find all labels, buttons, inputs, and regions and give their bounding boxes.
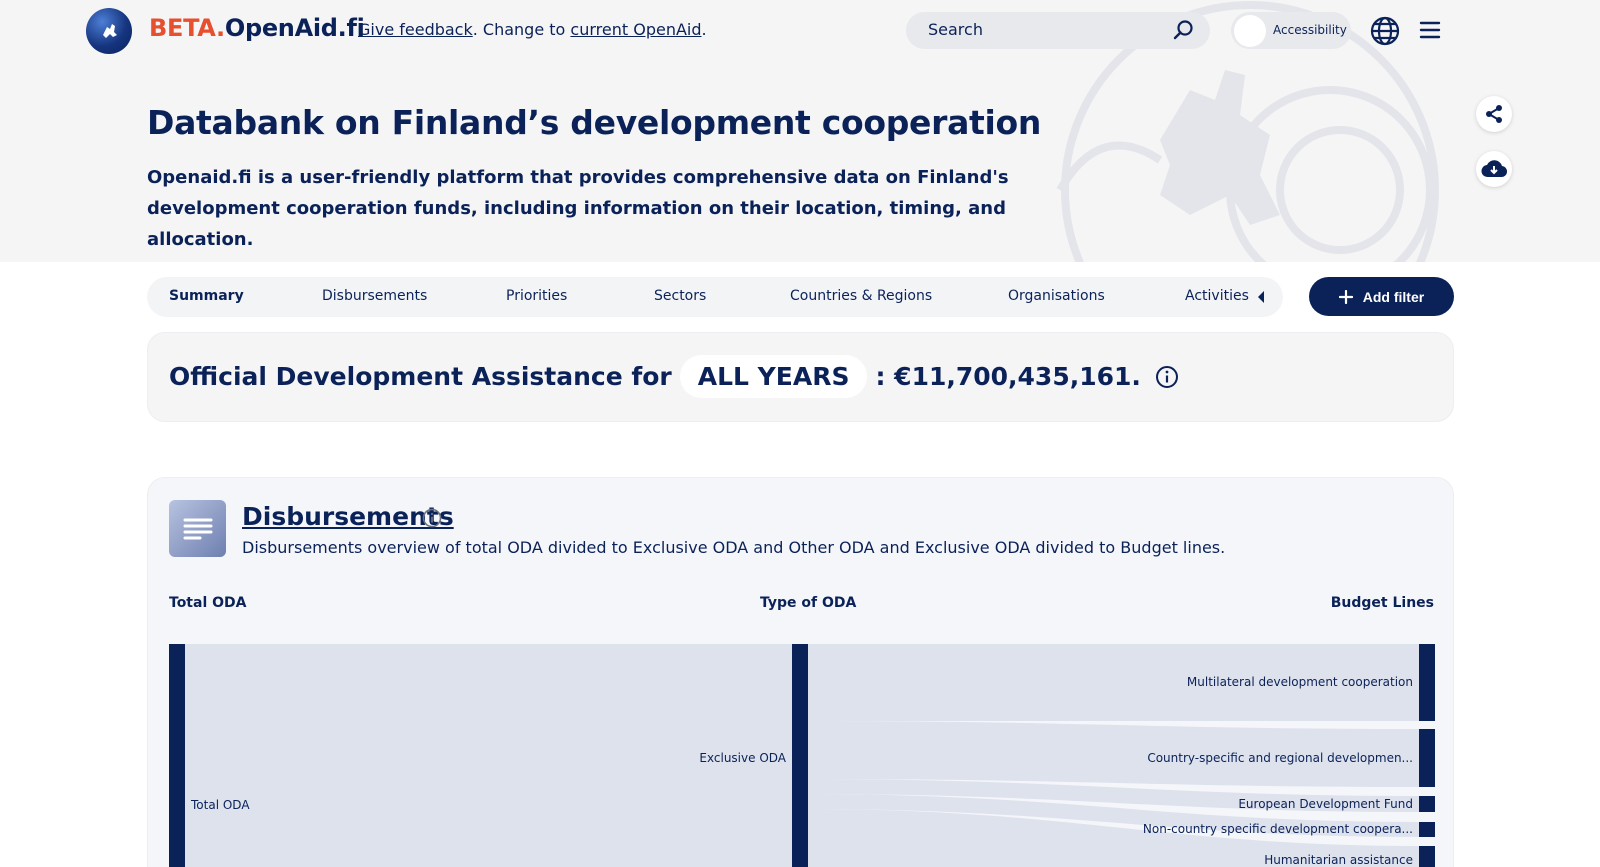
tabs-scroll-left-icon[interactable] xyxy=(1257,291,1265,303)
disbursements-card: Disbursements Disbursements overview of … xyxy=(147,477,1454,867)
current-openaid-link[interactable]: current OpenAid xyxy=(570,20,701,39)
node-edf[interactable] xyxy=(1419,796,1435,812)
document-lines-icon xyxy=(169,500,226,557)
disbursements-sankey: Total ODA Exclusive ODA Multilateral dev… xyxy=(169,644,1435,867)
label-exclusive-oda: Exclusive ODA xyxy=(699,751,786,765)
label-country-specific: Country-specific and regional developmen… xyxy=(1147,751,1413,765)
page-description: Openaid.fi is a user-friendly platform t… xyxy=(147,167,1009,250)
accessibility-label: Accessibility xyxy=(1273,23,1347,37)
node-non-country[interactable] xyxy=(1419,822,1435,837)
toggle-knob xyxy=(1234,15,1266,47)
openaid-logo-icon[interactable] xyxy=(86,8,132,54)
feedback-notice: Give feedback. Change to current OpenAid… xyxy=(358,20,707,39)
tab-organisations[interactable]: Organisations xyxy=(1008,288,1105,304)
cloud-download-icon xyxy=(1481,160,1507,178)
label-non-country: Non-country specific development coopera… xyxy=(1143,822,1413,836)
share-icon xyxy=(1486,105,1502,123)
tab-sectors[interactable]: Sectors xyxy=(654,288,706,304)
oda-prefix: Official Development Assistance for xyxy=(169,362,672,391)
language-globe-icon[interactable] xyxy=(1370,16,1400,46)
top-bar: BETA.OpenAid.fi Give feedback. Change to… xyxy=(0,0,1600,62)
share-button[interactable] xyxy=(1476,96,1512,132)
label-multilateral: Multilateral development cooperation xyxy=(1187,675,1413,689)
feedback-end-text: . xyxy=(701,20,707,39)
accessibility-toggle[interactable]: Accessibility xyxy=(1231,12,1351,49)
add-filter-button[interactable]: Add filter xyxy=(1309,277,1454,316)
node-humanitarian[interactable] xyxy=(1419,846,1435,867)
column-type-of-oda: Type of ODA xyxy=(760,595,857,611)
page-title: Databank on Finland’s development cooper… xyxy=(147,103,1042,142)
label-humanitarian: Humanitarian assistance xyxy=(1264,853,1413,867)
label-edf: European Development Fund xyxy=(1238,797,1413,811)
search-input[interactable] xyxy=(928,20,1158,39)
disbursements-description: Disbursements overview of total ODA divi… xyxy=(242,538,1226,557)
oda-summary-line: Official Development Assistance for ALL … xyxy=(169,355,1179,398)
site-logo-text[interactable]: BETA.OpenAid.fi xyxy=(149,14,365,42)
give-feedback-link[interactable]: Give feedback xyxy=(358,20,473,39)
node-country-specific[interactable] xyxy=(1419,729,1435,787)
tab-countries-regions[interactable]: Countries & Regions xyxy=(790,288,932,304)
node-exclusive-oda[interactable] xyxy=(792,644,808,867)
section-tabs: Summary Disbursements Priorities Sectors… xyxy=(147,277,1283,317)
node-multilateral[interactable] xyxy=(1419,644,1435,721)
info-icon[interactable] xyxy=(1155,365,1179,389)
column-total-oda: Total ODA xyxy=(169,595,247,611)
info-icon[interactable] xyxy=(422,508,442,528)
search-icon[interactable] xyxy=(1172,19,1194,41)
download-button[interactable] xyxy=(1476,151,1512,187)
column-budget-lines: Budget Lines xyxy=(1330,595,1434,611)
feedback-mid-text: . Change to xyxy=(472,20,571,39)
hamburger-menu-icon[interactable] xyxy=(1419,20,1441,40)
search-box xyxy=(906,12,1210,49)
oda-summary-box: Official Development Assistance for ALL … xyxy=(147,332,1454,422)
node-total-oda[interactable] xyxy=(169,644,185,867)
oda-amount: : €11,700,435,161. xyxy=(875,362,1141,391)
add-filter-label: Add filter xyxy=(1362,288,1425,305)
oda-period-selector[interactable]: ALL YEARS xyxy=(679,355,868,398)
logo-name-label: OpenAid.fi xyxy=(224,14,365,42)
tab-activities[interactable]: Activities xyxy=(1185,288,1249,304)
tab-disbursements[interactable]: Disbursements xyxy=(322,288,427,304)
plus-icon xyxy=(1338,289,1353,304)
label-total-oda: Total ODA xyxy=(190,798,250,812)
tab-summary[interactable]: Summary xyxy=(169,288,244,304)
tab-priorities[interactable]: Priorities xyxy=(506,288,567,304)
logo-beta-label: BETA. xyxy=(149,14,225,42)
